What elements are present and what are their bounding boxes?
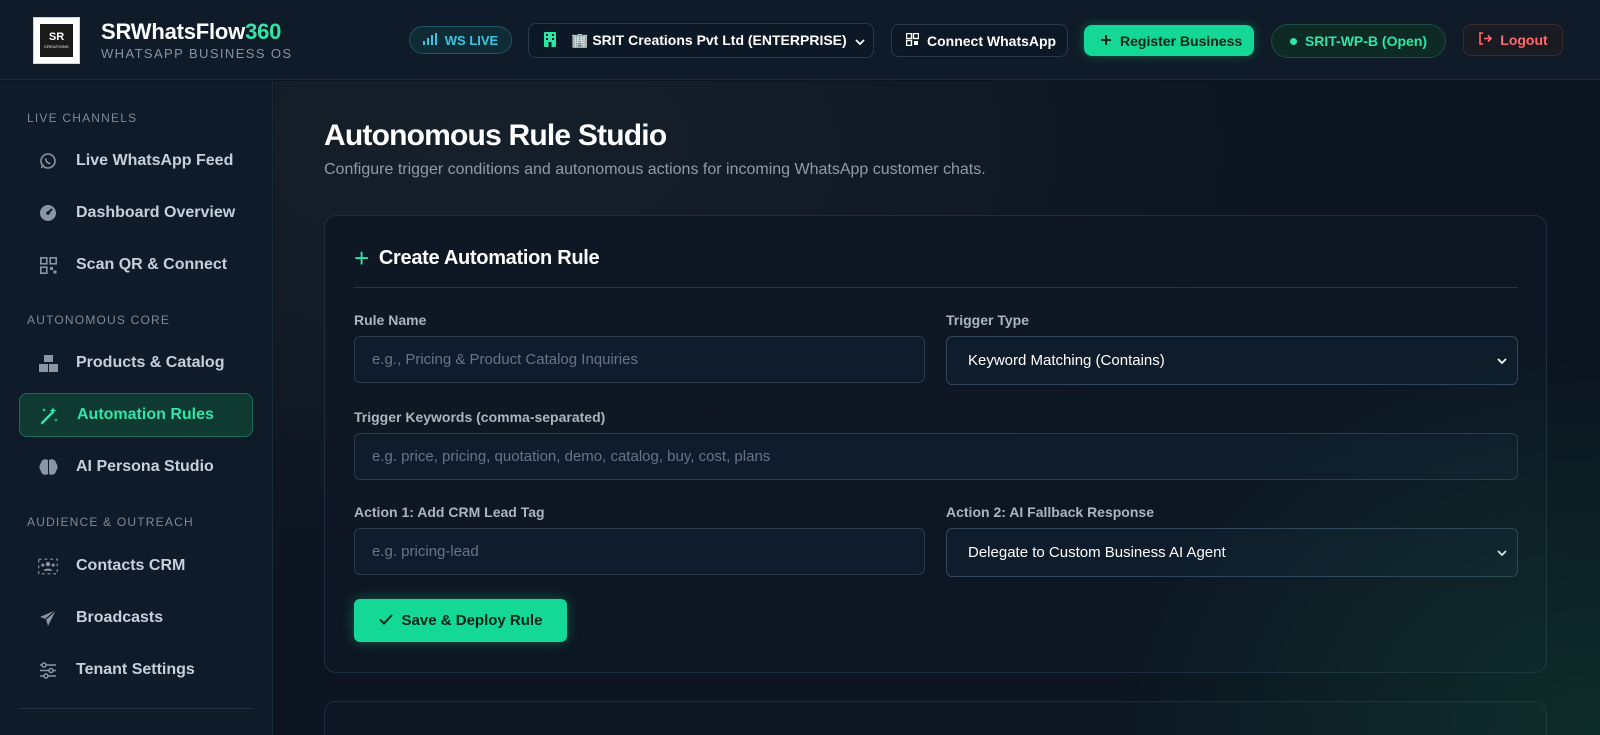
brand-subtitle: WHATSAPP BUSINESS OS <box>101 46 293 61</box>
ws-status-badge: WS LIVE <box>409 26 512 54</box>
crm-tag-input[interactable] <box>354 528 925 575</box>
sliders-icon <box>38 660 58 680</box>
page-subtitle: Configure trigger conditions and autonom… <box>324 161 986 178</box>
logout-icon <box>1478 32 1493 48</box>
chevron-down-icon <box>855 33 865 49</box>
rule-name-label: Rule Name <box>354 312 427 328</box>
sidebar-item-contacts[interactable]: Contacts CRM <box>19 544 253 588</box>
plus-icon <box>1100 33 1112 49</box>
logout-button[interactable]: Logout <box>1463 24 1563 56</box>
section-label-live-channels: LIVE CHANNELS <box>27 111 138 125</box>
tenant-selector[interactable]: 🏢 SRIT Creations Pvt Ltd (ENTERPRISE) <box>528 23 874 58</box>
paper-plane-icon <box>38 608 58 628</box>
crm-tag-label: Action 1: Add CRM Lead Tag <box>354 504 545 520</box>
rules-list-card <box>324 701 1547 735</box>
section-label-autonomous-core: AUTONOMOUS CORE <box>27 313 171 327</box>
fallback-response-select[interactable]: Delegate to Custom Business AI Agent <box>946 528 1518 577</box>
sidebar-item-broadcasts[interactable]: Broadcasts <box>19 596 253 640</box>
status-dot-icon <box>1289 37 1297 45</box>
sidebar-item-scan-qr[interactable]: Scan QR & Connect <box>19 243 253 287</box>
keywords-label: Trigger Keywords (comma-separated) <box>354 409 606 425</box>
building-icon <box>543 31 557 50</box>
plus-icon: + <box>354 243 369 273</box>
chevron-down-icon <box>1497 544 1507 561</box>
fallback-label: Action 2: AI Fallback Response <box>946 504 1154 520</box>
save-deploy-button[interactable]: Save & Deploy Rule <box>354 599 567 642</box>
chevron-down-icon <box>1497 352 1507 369</box>
connect-whatsapp-button[interactable]: Connect WhatsApp <box>891 24 1068 57</box>
register-business-button[interactable]: Register Business <box>1084 25 1254 56</box>
trigger-keywords-input[interactable] <box>354 433 1518 480</box>
whatsapp-icon <box>38 151 58 171</box>
sidebar-item-products[interactable]: Products & Catalog <box>19 341 253 385</box>
signal-icon <box>422 32 437 48</box>
rule-name-input[interactable] <box>354 336 925 383</box>
create-rule-card: + Create Automation Rule Rule Name Trigg… <box>324 215 1547 673</box>
card-title: + Create Automation Rule <box>354 243 600 273</box>
qr-icon <box>905 32 920 49</box>
card-divider <box>354 287 1518 288</box>
sidebar-item-ai-persona[interactable]: AI Persona Studio <box>19 445 253 489</box>
gauge-icon <box>38 203 58 223</box>
boxes-icon <box>38 353 58 373</box>
sidebar-divider <box>19 708 253 709</box>
magic-wand-icon <box>39 405 59 425</box>
qr-icon <box>38 255 58 275</box>
sidebar-item-automation-rules[interactable]: Automation Rules <box>19 393 253 437</box>
trigger-type-select[interactable]: Keyword Matching (Contains) <box>946 336 1518 385</box>
sidebar: LIVE CHANNELS Live WhatsApp Feed Dashboa… <box>0 81 273 735</box>
top-header: SR CREATIONS SRWhatsFlow360 WHATSAPP BUS… <box>0 0 1600 80</box>
sidebar-item-live-feed[interactable]: Live WhatsApp Feed <box>19 139 253 183</box>
instance-status-badge[interactable]: SRIT-WP-B (Open) <box>1271 24 1446 58</box>
sidebar-item-tenant-settings[interactable]: Tenant Settings <box>19 648 253 692</box>
page-title: Autonomous Rule Studio <box>324 119 667 152</box>
brain-icon <box>38 457 58 477</box>
check-icon <box>378 612 393 629</box>
trigger-type-label: Trigger Type <box>946 312 1029 328</box>
section-label-audience: AUDIENCE & OUTREACH <box>27 515 194 529</box>
sidebar-item-dashboard[interactable]: Dashboard Overview <box>19 191 253 235</box>
main-content: Autonomous Rule Studio Configure trigger… <box>274 81 1600 735</box>
brand-title: SRWhatsFlow360 <box>101 19 282 44</box>
users-icon <box>38 556 58 576</box>
brand-logo: SR CREATIONS <box>33 17 80 64</box>
